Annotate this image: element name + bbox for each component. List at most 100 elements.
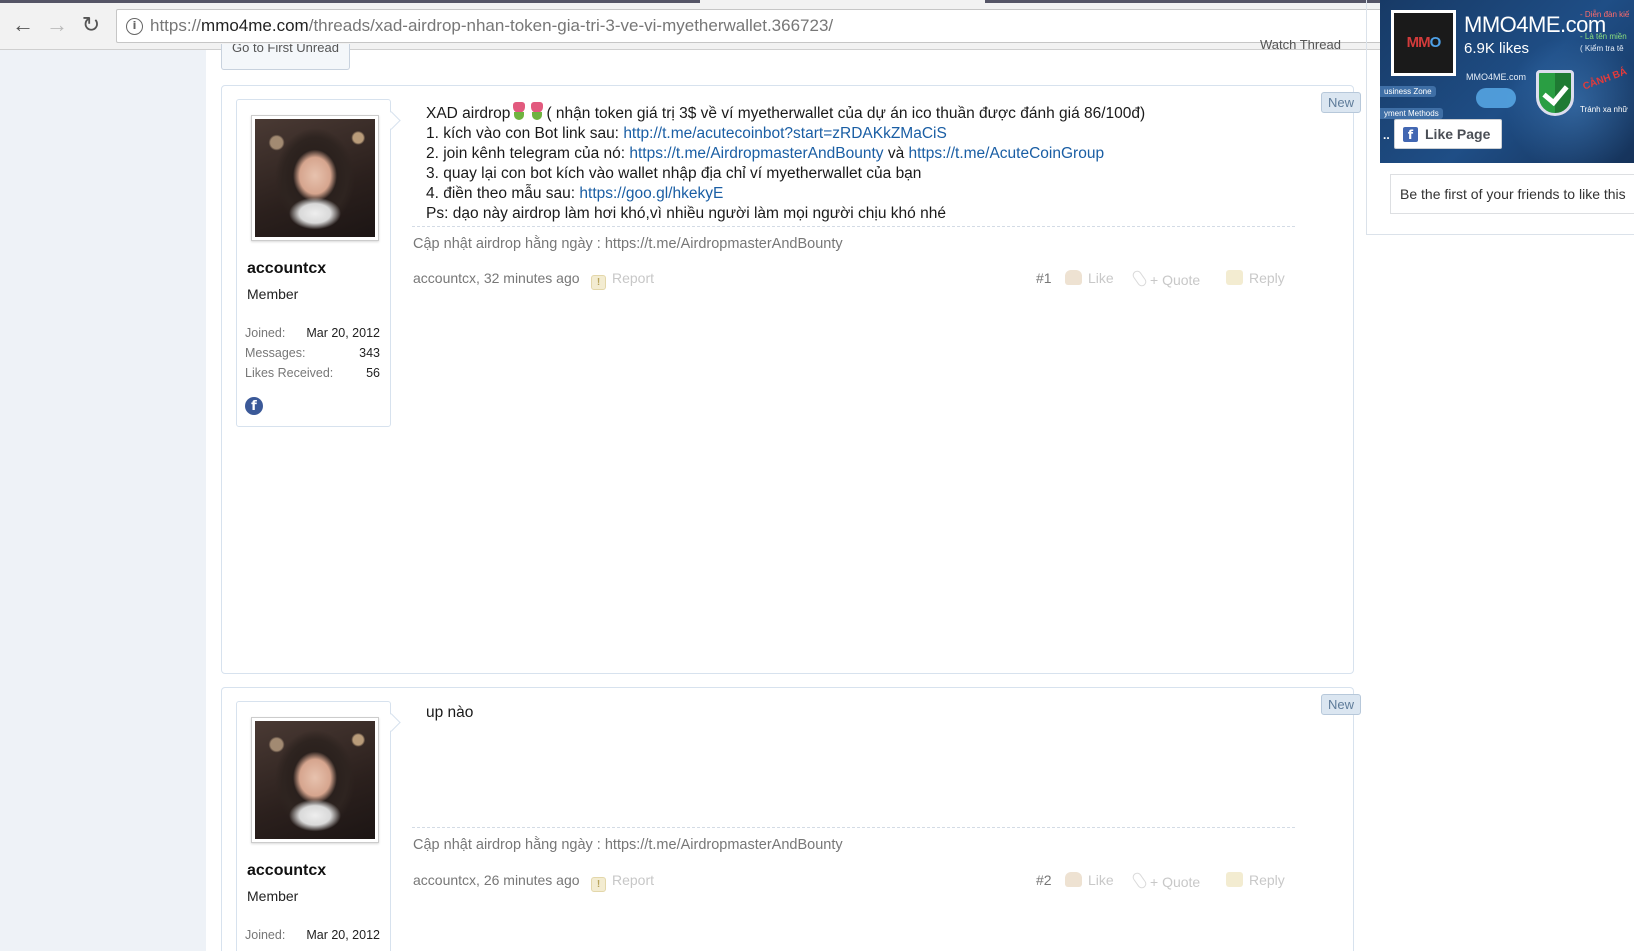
quote-button[interactable]: + Quote bbox=[1130, 268, 1201, 289]
stat-label: Messages: bbox=[245, 346, 306, 360]
tulip-emoji-icon bbox=[528, 101, 546, 121]
like-label: Like bbox=[1088, 872, 1114, 888]
post-message: up nào bbox=[426, 703, 1326, 723]
post-meta: accountcx, 26 minutes ago ! Report #2 Lik… bbox=[413, 870, 1296, 892]
username[interactable]: accountcx bbox=[247, 260, 326, 278]
telegram-link[interactable]: https://t.me/AirdropmasterAndBounty bbox=[629, 145, 883, 162]
page-logo[interactable]: MMO bbox=[1391, 10, 1456, 76]
bot-link[interactable]: http://t.me/acutecoinbot?start=zRDAKkZMa… bbox=[623, 125, 946, 142]
page-name[interactable]: MMO4ME.com bbox=[1464, 12, 1606, 38]
post: accountcx Member Joined: Mar 20, 2012 Mes… bbox=[221, 85, 1361, 674]
username[interactable]: accountcx bbox=[247, 862, 326, 880]
form-link[interactable]: https://goo.gl/hkekyE bbox=[579, 185, 723, 202]
logo-image: MMO bbox=[1394, 13, 1453, 73]
message-line: 3. quay lại con bot kích vào wallet nhập… bbox=[426, 165, 922, 182]
message-text: ( nhận token giá trị 3$ về ví myetherwal… bbox=[546, 105, 1146, 122]
tulip-emoji-icon bbox=[510, 101, 528, 121]
reload-button[interactable]: ↻ bbox=[78, 12, 104, 38]
signature-divider bbox=[412, 226, 1295, 227]
like-button[interactable]: Like bbox=[1065, 270, 1114, 286]
quote-label: + Quote bbox=[1150, 874, 1201, 890]
arrow-left-icon: ← bbox=[12, 12, 34, 37]
like-page-button[interactable]: f Like Page bbox=[1394, 119, 1502, 149]
message-line: Ps: dạo này airdrop làm hơi khó,vì nhiều… bbox=[426, 205, 946, 222]
paperclip-icon bbox=[1130, 268, 1149, 289]
user-card: accountcx Member Joined: Mar 20, 2012 Mes… bbox=[236, 99, 391, 427]
reply-button[interactable]: Reply bbox=[1226, 270, 1285, 286]
message-text: 4. điền theo mẫu sau: bbox=[426, 185, 580, 202]
signature: Cập nhật airdrop hằng ngày : https://t.m… bbox=[413, 837, 843, 853]
forward-button[interactable]: → bbox=[44, 12, 70, 38]
post-author-time[interactable]: accountcx, 26 minutes ago bbox=[413, 872, 580, 888]
shield-icon bbox=[1536, 70, 1574, 116]
message-line: XAD airdrop ( nhận token giá trị 3$ về ví… bbox=[426, 101, 1326, 124]
back-button[interactable]: ← bbox=[10, 12, 36, 38]
report-icon: ! bbox=[591, 275, 606, 290]
post-message: XAD airdrop ( nhận token giá trị 3$ về ví… bbox=[426, 101, 1326, 224]
message-text: và bbox=[883, 145, 909, 162]
avatar[interactable] bbox=[251, 115, 379, 241]
like-button[interactable]: Like bbox=[1065, 872, 1114, 888]
watch-thread-link[interactable]: Watch Thread bbox=[1260, 40, 1341, 52]
url-scheme: https:// bbox=[150, 16, 202, 35]
signature-divider bbox=[412, 827, 1295, 828]
stat-value[interactable]: 343 bbox=[359, 346, 380, 360]
logo-text: MM bbox=[1406, 34, 1431, 51]
message-text: 2. join kênh telegram của nó: bbox=[426, 145, 630, 162]
post-meta: accountcx, 32 minutes ago ! Report #1 Lik… bbox=[413, 268, 1296, 290]
message-line: 1. kích vào con Bot link sau: http://t.m… bbox=[426, 124, 1326, 144]
paperclip-icon bbox=[1130, 870, 1149, 891]
report-button[interactable]: ! Report bbox=[591, 872, 654, 892]
like-label: Like bbox=[1088, 270, 1114, 286]
avatar-image bbox=[255, 119, 375, 237]
stat-value: Mar 20, 2012 bbox=[306, 326, 380, 340]
reply-button[interactable]: Reply bbox=[1226, 872, 1285, 888]
message-text: XAD airdrop bbox=[426, 105, 511, 122]
friends-like-text: Be the first of your friends to like thi… bbox=[1390, 174, 1634, 214]
signature: Cập nhật airdrop hằng ngày : https://t.m… bbox=[413, 236, 843, 252]
report-button[interactable]: ! Report bbox=[591, 270, 654, 290]
like-page-label: Like Page bbox=[1425, 126, 1491, 142]
tab-strip-edge bbox=[0, 0, 700, 3]
report-label: Report bbox=[612, 872, 655, 888]
quote-label: + Quote bbox=[1150, 272, 1201, 288]
url-text[interactable]: https://mmo4me.com/threads/xad-airdrop-n… bbox=[150, 16, 833, 36]
page-likes: 6.9K likes bbox=[1464, 40, 1530, 57]
facebook-icon[interactable]: f bbox=[245, 397, 263, 415]
reply-icon bbox=[1226, 872, 1243, 887]
report-label: Report bbox=[612, 270, 655, 286]
reply-label: Reply bbox=[1249, 270, 1285, 286]
cover-text: Tránh xa nhữ bbox=[1580, 105, 1628, 114]
telegram-group-link[interactable]: https://t.me/AcuteCoinGroup bbox=[909, 145, 1105, 162]
facebook-icon: f bbox=[1403, 127, 1418, 142]
post-number[interactable]: #2 bbox=[1036, 872, 1052, 888]
info-icon[interactable]: i bbox=[126, 18, 143, 35]
url-path: /threads/xad-airdrop-nhan-token-gia-tri-… bbox=[308, 16, 834, 35]
post-author-time[interactable]: accountcx, 32 minutes ago bbox=[413, 270, 580, 286]
thumbs-up-icon bbox=[1065, 270, 1082, 285]
cover-text: ( Kiểm tra tê bbox=[1580, 44, 1624, 53]
stat-value: 56 bbox=[366, 366, 380, 380]
reply-label: Reply bbox=[1249, 872, 1285, 888]
message-line: up nào bbox=[426, 704, 474, 721]
go-to-first-unread-button[interactable]: Go to First Unread bbox=[221, 44, 350, 70]
reply-icon bbox=[1226, 270, 1243, 285]
quote-button[interactable]: + Quote bbox=[1130, 870, 1201, 891]
report-icon: ! bbox=[591, 877, 606, 892]
logo-text: O bbox=[1429, 34, 1442, 51]
url-host: mmo4me.com bbox=[201, 16, 309, 35]
avatar[interactable] bbox=[251, 717, 379, 843]
user-title: Member bbox=[247, 286, 299, 302]
thumbs-up-icon bbox=[1065, 872, 1082, 887]
facebook-page-widget: - Diễn đàn kiế - Là tên miền ( Kiểm tra … bbox=[1366, 0, 1634, 235]
user-card: accountcx Member Joined: Mar 20, 2012 bbox=[236, 701, 391, 951]
facebook-cover[interactable]: - Diễn đàn kiế - Là tên miền ( Kiểm tra … bbox=[1380, 0, 1634, 163]
new-badge: New bbox=[1320, 694, 1361, 715]
cover-site-text: MMO4ME.com bbox=[1466, 72, 1527, 82]
cover-tag: yment Methods bbox=[1380, 108, 1443, 119]
stat-label: Likes Received: bbox=[245, 366, 334, 380]
post-number[interactable]: #1 bbox=[1036, 270, 1052, 286]
cover-tag: usiness Zone bbox=[1380, 86, 1436, 97]
message-text: 1. kích vào con Bot link sau: bbox=[426, 125, 624, 142]
message-line: 2. join kênh telegram của nó: https://t.… bbox=[426, 144, 1326, 164]
